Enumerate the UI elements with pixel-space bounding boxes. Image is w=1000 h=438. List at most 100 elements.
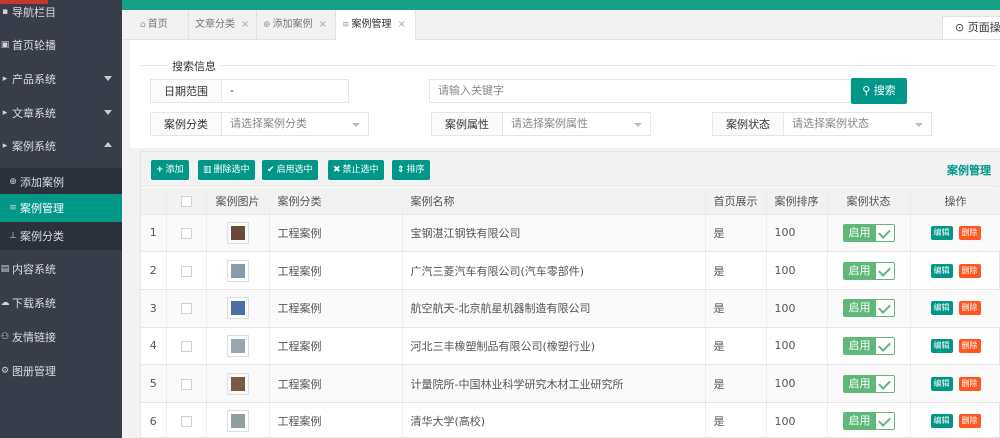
chevron-down-icon <box>634 123 642 127</box>
delete-button[interactable]: 删除 <box>958 338 981 353</box>
status-toggle[interactable]: 启用 <box>842 299 895 318</box>
row-category: 工程案例 <box>269 402 403 438</box>
sidebar-item-label: 案例系统 <box>12 140 56 153</box>
search-button[interactable]: ⚲ 搜索 <box>851 78 907 104</box>
tab-3[interactable]: ⊕ 添加案例 × <box>257 10 336 40</box>
tab-2[interactable]: 文章分类 × <box>189 10 257 40</box>
status-toggle[interactable]: 启用 <box>842 223 895 242</box>
delete-selected-button[interactable]: ▥ 删除选中 <box>198 160 255 180</box>
chevron-down-icon <box>915 123 923 127</box>
status-toggle[interactable]: 启用 <box>842 336 895 355</box>
edit-button[interactable]: 编辑 <box>930 414 953 429</box>
close-icon[interactable]: × <box>398 19 406 30</box>
row-image-cell <box>206 214 270 253</box>
tab-1[interactable]: ⌂ 首页 <box>134 10 189 40</box>
edit-button[interactable]: 编辑 <box>930 338 953 353</box>
row-checkbox[interactable] <box>180 378 192 390</box>
case-thumbnail[interactable] <box>226 221 249 244</box>
case-thumbnail[interactable] <box>226 410 249 433</box>
col-header-index <box>141 188 167 215</box>
row-select-cell[interactable] <box>166 289 207 328</box>
sidebar-item-8[interactable]: ⊥ 案例分类 <box>0 222 122 250</box>
row-status-cell: 启用 <box>827 214 911 253</box>
col-header-name: 案例名称 <box>402 188 706 215</box>
status-toggle[interactable]: 启用 <box>842 261 895 280</box>
status-toggle[interactable]: 启用 <box>842 412 895 431</box>
row-home-display: 是 <box>705 327 767 366</box>
table-row: 1 工程案例 宝钢湛江钢铁有限公司是 100 启用 编辑 删除 <box>141 214 1000 253</box>
delete-button[interactable]: 删除 <box>958 414 981 429</box>
menu-icon: ▪ <box>1 7 9 17</box>
date-range-input[interactable]: - <box>221 79 349 103</box>
enable-selected-label: 启用选中 <box>276 165 313 175</box>
row-status-cell: 启用 <box>827 289 911 328</box>
check-icon <box>875 413 894 430</box>
edit-button[interactable]: 编辑 <box>930 376 953 391</box>
plus-circle-icon: ⊕ <box>263 20 271 30</box>
page-operations-label: 页面操作 <box>967 21 1000 34</box>
case-thumbnail[interactable] <box>226 297 249 320</box>
tab-4[interactable]: ≡ 案例管理 × <box>336 10 416 41</box>
case-attribute-placeholder: 请选择案例属性 <box>511 117 588 130</box>
sidebar-item-2[interactable]: ▣ 首页轮播 <box>0 29 122 61</box>
check-icon <box>875 300 894 317</box>
list-icon: ≡ <box>9 203 17 213</box>
sitemap-icon: ⊥ <box>9 231 17 241</box>
col-header-select[interactable] <box>166 188 207 215</box>
select-all-checkbox[interactable] <box>180 195 192 207</box>
keyword-search-input[interactable]: 请输入关键字 <box>429 79 851 103</box>
row-checkbox[interactable] <box>180 227 192 239</box>
sidebar-item-12[interactable]: ⚙ 图册管理 <box>0 355 122 387</box>
disable-selected-button[interactable]: ✖ 禁止选中 <box>328 160 384 180</box>
case-attribute-select[interactable]: 请选择案例属性 <box>502 112 651 136</box>
case-category-label: 案例分类 <box>150 112 222 136</box>
delete-button[interactable]: 删除 <box>958 301 981 316</box>
edit-button[interactable]: 编辑 <box>930 263 953 278</box>
row-select-cell[interactable] <box>166 251 207 290</box>
case-status-select[interactable]: 请选择案例状态 <box>783 112 932 136</box>
edit-button[interactable]: 编辑 <box>930 225 953 240</box>
close-icon[interactable]: × <box>319 19 327 30</box>
sidebar-item-9[interactable]: ▤ 内容系统 <box>0 253 122 285</box>
row-select-cell[interactable] <box>166 402 207 438</box>
sidebar-item-1[interactable]: ▪ 导航栏目 <box>0 0 122 28</box>
case-thumbnail[interactable] <box>226 334 249 357</box>
delete-button[interactable]: 删除 <box>958 263 981 278</box>
case-category-select[interactable]: 请选择案例分类 <box>221 112 369 136</box>
status-label: 启用 <box>843 224 876 241</box>
page-operations-button[interactable]: ⊙ 页面操作 <box>942 16 1000 40</box>
sidebar-item-7[interactable]: ≡ 案例管理 <box>0 194 122 222</box>
row-home-display: 是 <box>705 251 767 290</box>
sidebar-item-10[interactable]: ☁ 下载系统 <box>0 287 122 319</box>
close-icon[interactable]: × <box>241 19 249 30</box>
row-status-cell: 启用 <box>827 327 911 366</box>
sidebar-item-11[interactable]: ⚇ 友情链接 <box>0 321 122 353</box>
sidebar-item-label: 产品系统 <box>12 73 56 86</box>
row-checkbox[interactable] <box>180 340 192 352</box>
sort-button[interactable]: ⇕ 排序 <box>392 160 430 180</box>
sidebar-item-label: 内容系统 <box>12 263 56 276</box>
row-select-cell[interactable] <box>166 364 207 403</box>
chevron-down-icon <box>352 123 360 127</box>
sidebar-item-5[interactable]: ▸ 案例系统 <box>0 130 122 162</box>
tab-label: 添加案例 <box>272 19 313 30</box>
row-checkbox[interactable] <box>180 416 192 428</box>
row-order: 100 <box>766 364 828 403</box>
sidebar-item-6[interactable]: ⊕ 添加案例 <box>0 168 122 196</box>
row-select-cell[interactable] <box>166 327 207 366</box>
edit-button[interactable]: 编辑 <box>930 301 953 316</box>
row-checkbox[interactable] <box>180 265 192 277</box>
row-checkbox[interactable] <box>180 303 192 315</box>
sidebar-item-4[interactable]: ▸ 文章系统 <box>0 97 122 129</box>
case-thumbnail[interactable] <box>226 372 249 395</box>
delete-button[interactable]: 删除 <box>958 225 981 240</box>
content-icon: ▤ <box>0 264 10 274</box>
status-toggle[interactable]: 启用 <box>842 374 895 393</box>
sidebar-item-3[interactable]: ▸ 产品系统 <box>0 63 122 95</box>
case-thumbnail[interactable] <box>226 259 249 282</box>
delete-button[interactable]: 删除 <box>958 376 981 391</box>
enable-selected-button[interactable]: ✔ 启用选中 <box>262 160 318 180</box>
add-button[interactable]: + 添加 <box>151 160 189 180</box>
row-select-cell[interactable] <box>166 214 207 253</box>
chevron-down-icon <box>104 110 112 115</box>
